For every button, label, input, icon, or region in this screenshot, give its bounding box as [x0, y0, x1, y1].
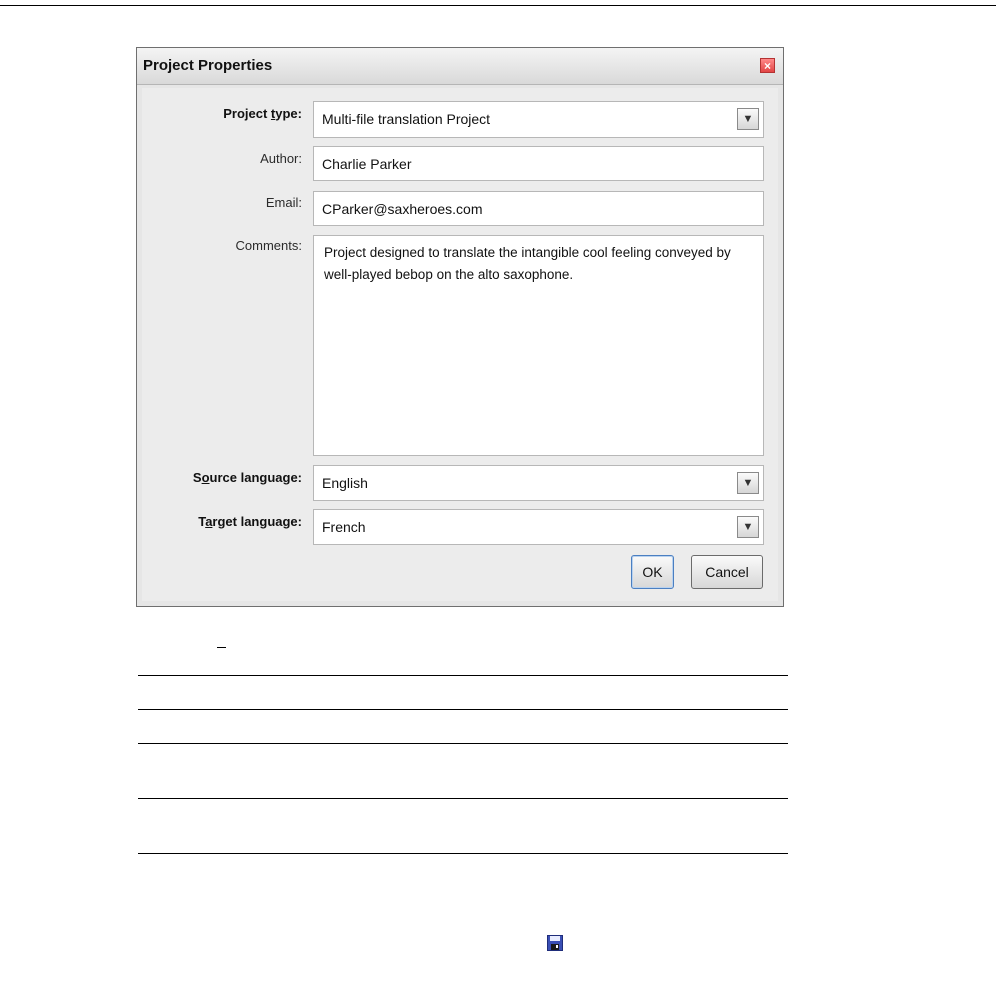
source-language-value: English: [322, 475, 368, 491]
table-rule: [138, 709, 788, 710]
source-language-select[interactable]: English ▼: [313, 465, 764, 501]
author-label: Author:: [260, 151, 302, 166]
dialog-title: Project Properties: [143, 57, 273, 74]
comments-textarea[interactable]: Project designed to translate the intang…: [313, 235, 764, 456]
table-rule: [138, 743, 788, 744]
email-label: Email:: [265, 195, 302, 210]
comments-value: Project designed to translate the intang…: [324, 245, 731, 282]
dialog-titlebar[interactable]: Project Properties ×: [137, 48, 783, 85]
floppy-disk-icon[interactable]: [547, 935, 563, 951]
ok-button[interactable]: OK: [631, 555, 674, 589]
cancel-button[interactable]: Cancel: [691, 555, 763, 589]
source-language-label: Source language:: [192, 470, 302, 485]
comments-label: Comments:: [235, 238, 302, 253]
underline-mark: [217, 647, 226, 648]
author-value: Charlie Parker: [322, 156, 412, 172]
email-value: CParker@saxheroes.com: [322, 201, 483, 217]
top-rule: [0, 5, 996, 6]
target-language-value: French: [322, 519, 366, 535]
project-type-label: Project type:: [223, 106, 302, 121]
table-rule: [138, 675, 788, 676]
table-rule: [138, 798, 788, 799]
target-language-label: Target language:: [198, 514, 302, 529]
project-type-value: Multi-file translation Project: [322, 111, 491, 127]
email-field[interactable]: CParker@saxheroes.com: [313, 191, 764, 226]
author-field[interactable]: Charlie Parker: [313, 146, 764, 181]
close-button[interactable]: ×: [760, 58, 775, 73]
target-language-select[interactable]: French ▼: [313, 509, 764, 545]
close-icon: ×: [763, 59, 771, 73]
chevron-down-icon[interactable]: ▼: [737, 516, 759, 538]
dialog-body: Project type: Multi-file translation Pro…: [142, 88, 778, 601]
chevron-down-icon[interactable]: ▼: [737, 108, 759, 130]
table-rule: [138, 853, 788, 854]
project-type-select[interactable]: Multi-file translation Project ▼: [313, 101, 764, 138]
project-properties-dialog: Project Properties × Project type: Multi…: [136, 47, 784, 607]
chevron-down-icon[interactable]: ▼: [737, 472, 759, 494]
